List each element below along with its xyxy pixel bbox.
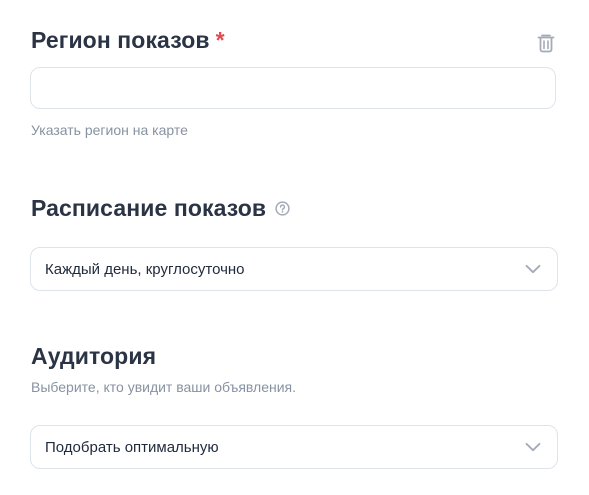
schedule-select[interactable]: Каждый день, круглосуточно xyxy=(30,247,558,291)
chevron-down-icon xyxy=(525,442,541,452)
schedule-title-text: Расписание показов xyxy=(31,195,267,221)
region-title: Регион показов * xyxy=(31,26,225,54)
question-circle-icon[interactable] xyxy=(275,201,290,216)
region-input[interactable] xyxy=(30,67,556,109)
audience-description: Выберите, кто увидит ваши объявления. xyxy=(31,379,297,395)
schedule-selected-value: Каждый день, круглосуточно xyxy=(45,260,245,278)
chevron-down-icon xyxy=(525,264,541,274)
map-region-link[interactable]: Указать регион на карте xyxy=(31,122,188,138)
required-mark: * xyxy=(215,27,225,53)
schedule-title: Расписание показов xyxy=(31,194,290,222)
audience-title: Аудитория xyxy=(31,342,156,370)
trash-icon[interactable] xyxy=(536,32,556,54)
audience-selected-value: Подобрать оптимальную xyxy=(45,438,219,456)
audience-select[interactable]: Подобрать оптимальную xyxy=(30,425,558,469)
audience-title-text: Аудитория xyxy=(31,343,157,369)
region-title-text: Регион показов xyxy=(31,27,210,53)
